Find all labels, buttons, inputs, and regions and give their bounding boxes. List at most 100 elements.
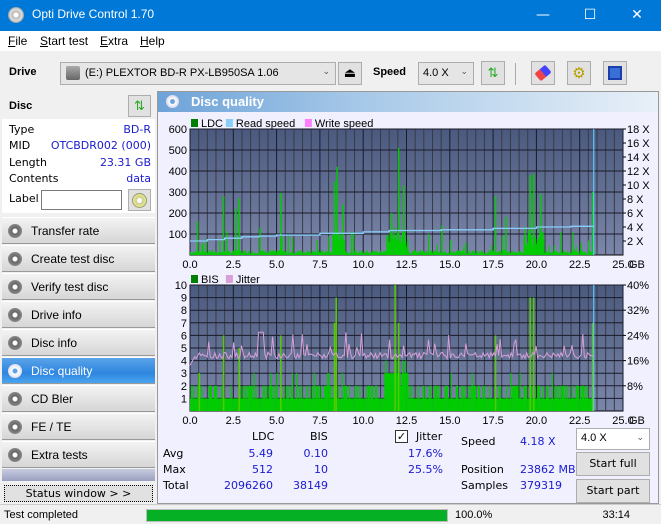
- refresh-button[interactable]: ⇅: [481, 61, 505, 85]
- eject-button[interactable]: ⏏: [338, 62, 362, 85]
- bis-bar: [545, 398, 547, 411]
- bis-bar: [517, 385, 519, 411]
- ldc-bar: [369, 252, 371, 255]
- menu-file[interactable]: File: [8, 34, 27, 48]
- nav-disc-info[interactable]: Disc info: [2, 329, 155, 356]
- disc-refresh-button[interactable]: ⇅: [128, 95, 151, 117]
- nav-fe-te[interactable]: FE / TE: [2, 413, 155, 440]
- ldc-bar: [266, 252, 269, 255]
- bis-bar: [270, 373, 272, 411]
- menu-start-test[interactable]: Start test: [40, 34, 88, 48]
- menu-help[interactable]: Help: [140, 34, 165, 48]
- ldc-bar: [583, 251, 586, 255]
- start-part-button[interactable]: Start part: [576, 479, 650, 503]
- close-button[interactable]: ✕: [614, 0, 660, 31]
- ldc-bar: [286, 253, 288, 255]
- ldc-peak-bar: [280, 193, 282, 255]
- y-tick-right: 8 X: [627, 194, 644, 206]
- bis-bar: [463, 398, 465, 411]
- nav-drive-info[interactable]: Drive info: [2, 301, 155, 328]
- bis-bar: [439, 398, 441, 411]
- bis-bar: [489, 385, 491, 411]
- legend-swatch: [191, 119, 198, 127]
- bis-bar: [462, 385, 464, 411]
- ldc-bar: [291, 237, 294, 255]
- y-tick-right: 6 X: [627, 208, 644, 220]
- ldc-bar: [385, 252, 387, 255]
- ldc-bar: [475, 253, 477, 255]
- bis-bar: [369, 398, 371, 411]
- nav-extra-tests[interactable]: Extra tests: [2, 441, 155, 468]
- bis-bar: [382, 398, 384, 411]
- bis-bar: [472, 385, 474, 411]
- bis-bar: [419, 398, 421, 411]
- ldc-bar: [362, 252, 364, 255]
- save-button[interactable]: [603, 61, 627, 85]
- settings-button[interactable]: ⚙: [567, 61, 591, 85]
- nav-cd-bler[interactable]: CD Bler: [2, 385, 155, 412]
- minimize-button[interactable]: —: [520, 0, 566, 31]
- bis-bar: [312, 385, 314, 411]
- transfer-rate-icon: [8, 224, 22, 238]
- bis-bar: [268, 385, 271, 411]
- menu-extra[interactable]: Extra: [100, 34, 128, 48]
- x-tick: 10.0: [352, 415, 373, 427]
- bis-bar: [247, 398, 249, 411]
- test-speed-select[interactable]: 4.0 X ⌄: [576, 428, 650, 450]
- ldc-bar: [521, 252, 523, 255]
- ldc-bar: [509, 253, 511, 255]
- ldc-bar: [570, 252, 572, 255]
- progress-bar: [146, 509, 448, 522]
- bis-bar: [246, 385, 248, 411]
- jitter-checkbox[interactable]: ✓: [395, 430, 408, 443]
- bis-bar: [205, 398, 207, 411]
- speed-select[interactable]: 4.0 X ⌄: [418, 62, 474, 85]
- ldc-bar: [432, 252, 434, 255]
- ldc-bar: [507, 251, 510, 255]
- status-window-button[interactable]: Status window > >: [4, 485, 153, 502]
- nav-label: Disc quality: [31, 364, 93, 378]
- ldc-bar: [308, 252, 310, 255]
- bis-bar: [194, 398, 196, 411]
- start-full-button[interactable]: Start full: [576, 452, 650, 476]
- bis-bar: [422, 385, 424, 411]
- bis-bar: [417, 385, 419, 411]
- ldc-bar: [265, 253, 268, 255]
- nav-create-test-disc[interactable]: Create test disc: [2, 245, 155, 272]
- bis-bar: [442, 398, 444, 411]
- bis-bar: [248, 385, 250, 411]
- drive-select[interactable]: (E:) PLEXTOR BD-R PX-LB950SA 1.06 ⌄: [60, 62, 336, 85]
- erase-button[interactable]: [531, 61, 555, 85]
- ldc-bar: [347, 253, 350, 255]
- maximize-button[interactable]: ☐: [567, 0, 613, 31]
- bis-bar: [409, 385, 411, 411]
- ldc-bar: [248, 250, 250, 255]
- bis-bar: [485, 398, 487, 411]
- bis-bar: [376, 385, 378, 411]
- disc-label-input[interactable]: [41, 190, 122, 210]
- nav-disc-quality[interactable]: Disc quality: [2, 357, 155, 384]
- bis-bar: [388, 373, 390, 411]
- legend-label: BIS: [201, 274, 219, 286]
- y-tick-left: 100: [169, 229, 187, 241]
- bis-bar: [544, 398, 546, 411]
- nav-verify-test-disc[interactable]: Verify test disc: [2, 273, 155, 300]
- bis-bar: [437, 398, 439, 411]
- ldc-bar: [589, 251, 591, 255]
- ldc-bar: [578, 253, 580, 255]
- x-tick: 22.5: [569, 415, 590, 427]
- bis-bar: [381, 398, 383, 411]
- ldc-bar: [241, 253, 244, 255]
- bis-bar: [316, 385, 318, 411]
- ldc-bar: [315, 252, 317, 255]
- nav-transfer-rate[interactable]: Transfer rate: [2, 217, 155, 244]
- toolbar-divider: [515, 63, 516, 85]
- ldc-bar: [537, 239, 539, 255]
- ldc-bar: [429, 252, 431, 255]
- bis-peak-bar: [198, 373, 201, 411]
- bis-bar: [226, 398, 228, 411]
- disc-label-button[interactable]: [128, 189, 151, 211]
- status-message: Test completed: [4, 509, 78, 521]
- ldc-bar: [436, 244, 438, 255]
- bis-bar: [451, 398, 454, 411]
